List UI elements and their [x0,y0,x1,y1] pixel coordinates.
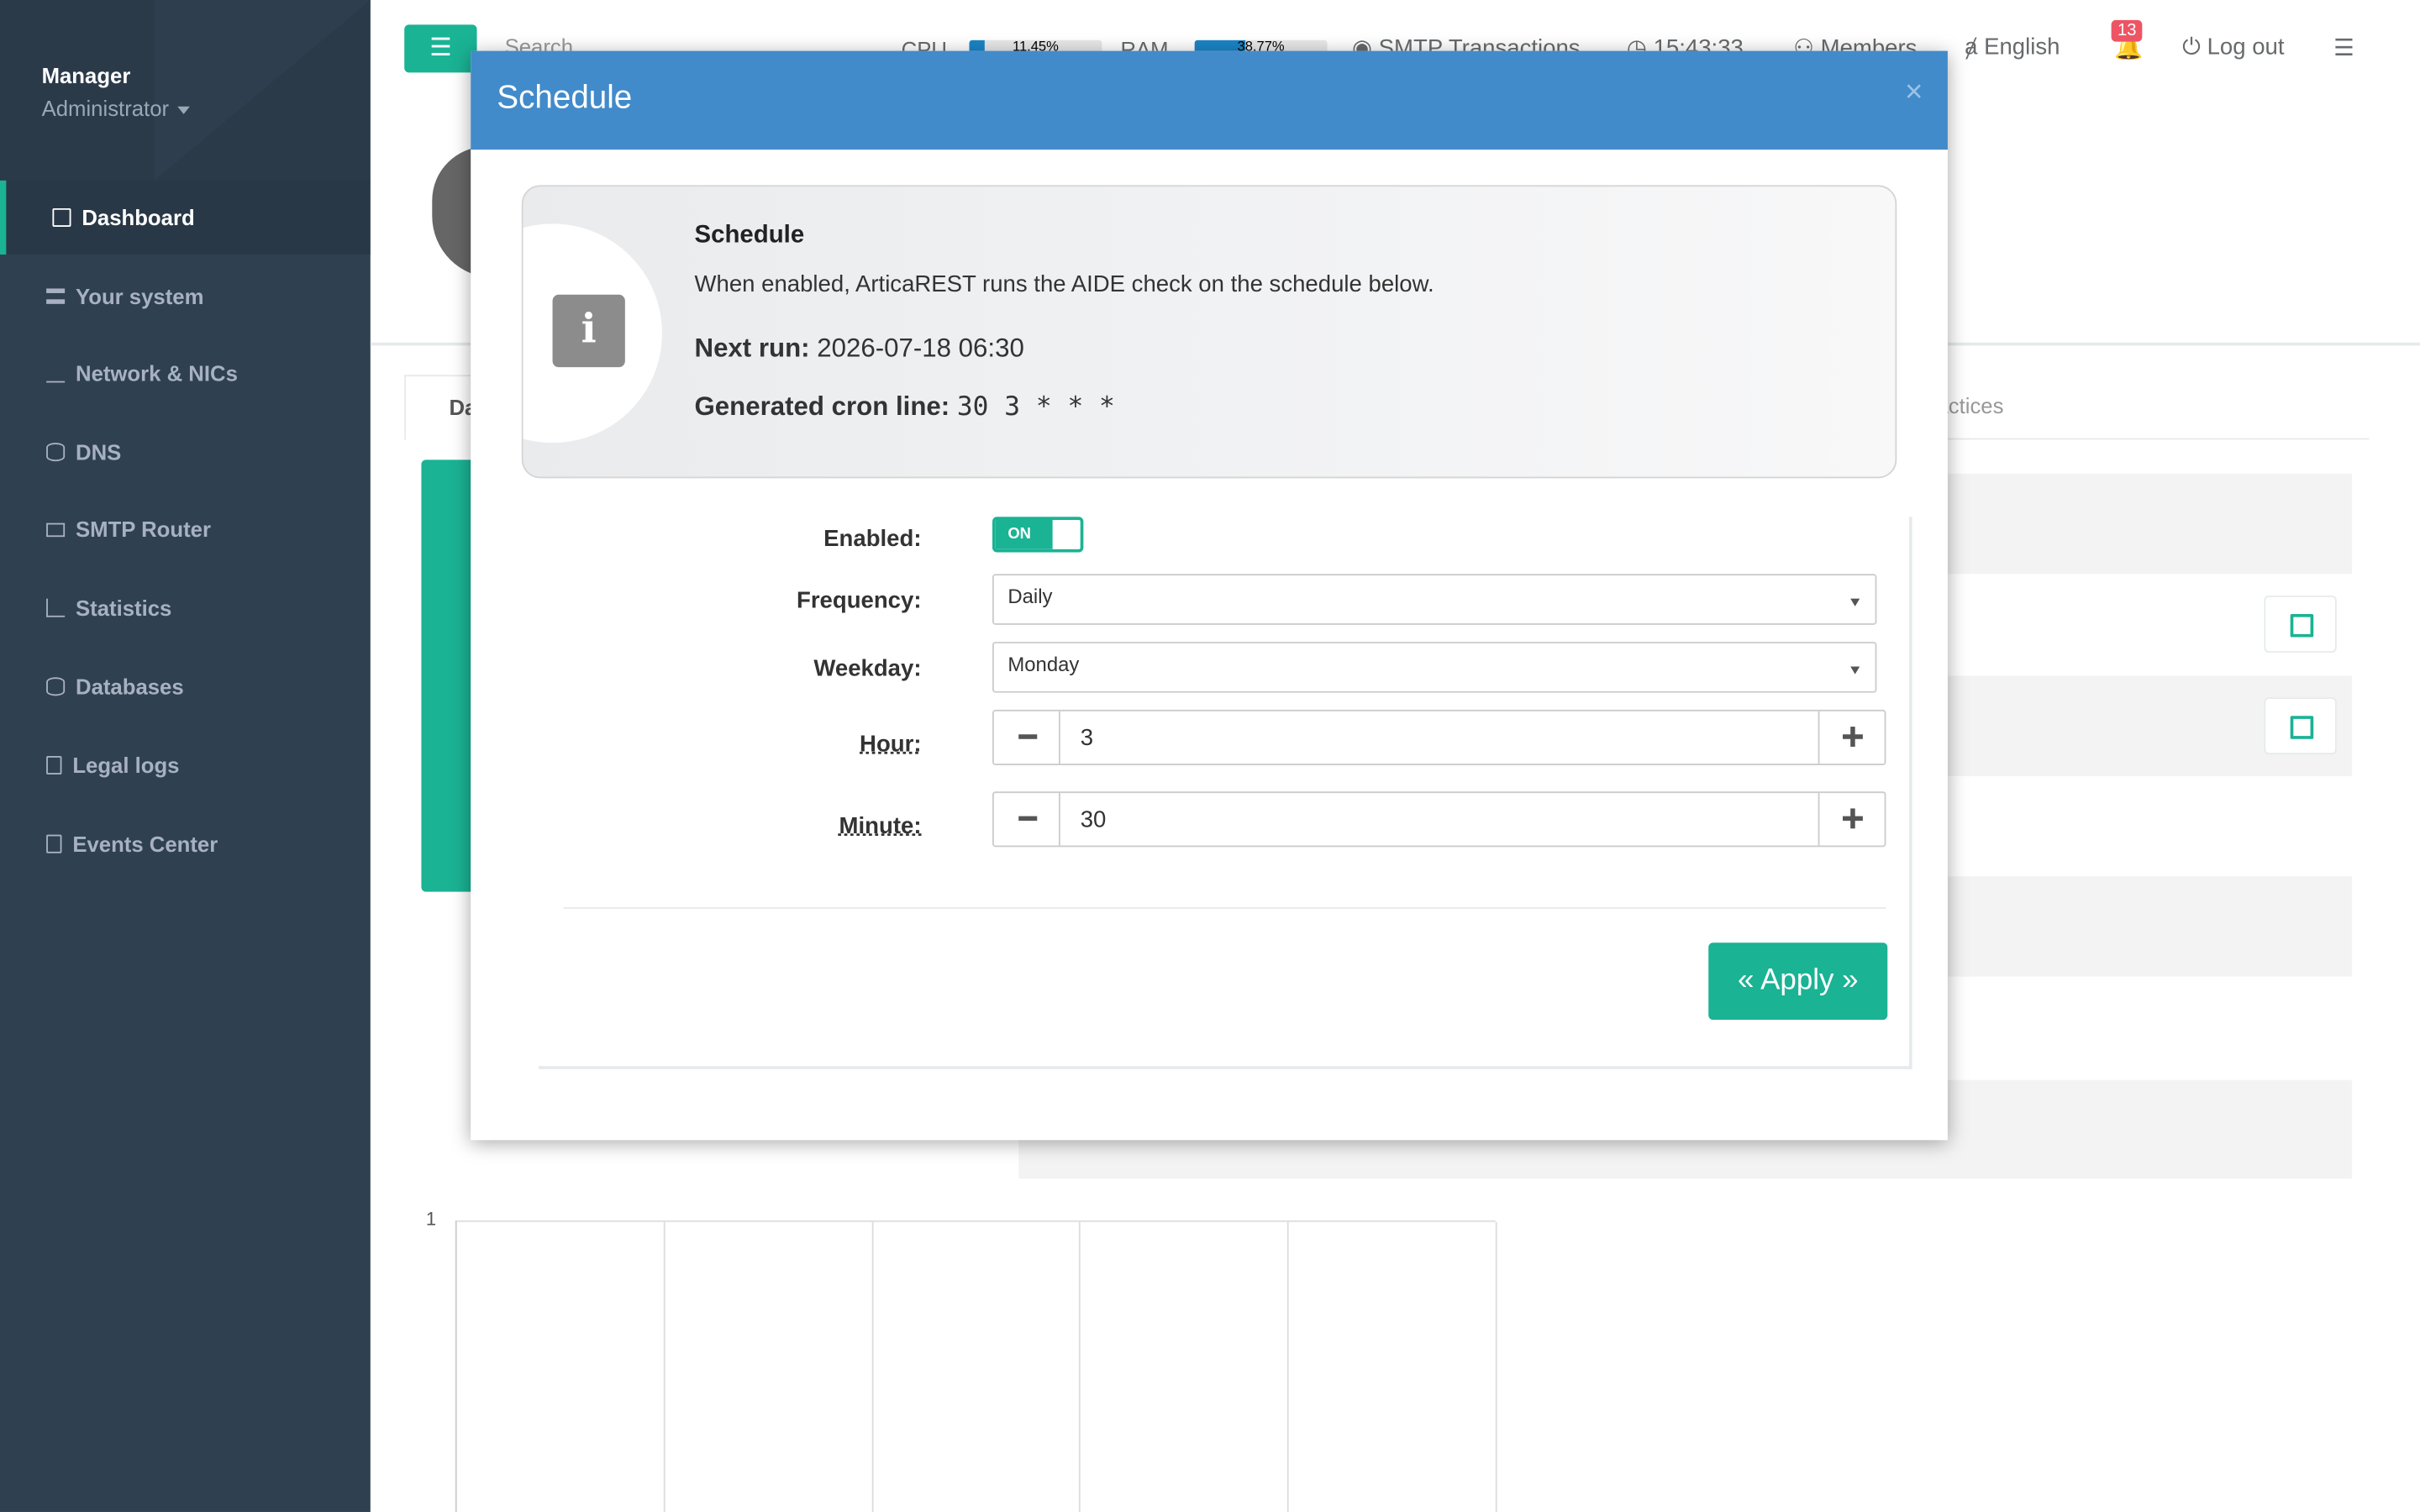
minute-decrement-button[interactable] [994,793,1060,846]
profile-role-label: Administrator [41,95,170,121]
info-callout: i Schedule When enabled, ArticaREST runs… [521,185,1897,479]
weekday-select[interactable]: Monday [992,642,1877,693]
sidebar-item-label: SMTP Router [75,517,211,542]
next-run: Next run: 2026-07-18 06:30 [695,333,1024,365]
frequency-label: Frequency: [796,587,922,615]
profile-role-dropdown[interactable]: Administrator [42,96,191,120]
sidebar: Manager Administrator Dashboard Your sys… [0,0,371,1512]
weekday-label: Weekday: [813,655,922,682]
profile-panel: Manager Administrator [0,0,371,181]
sidebar-item-legal-logs[interactable]: Legal logs [0,728,371,802]
hour-decrement-button[interactable] [994,711,1060,764]
minute-increment-button[interactable] [1818,793,1885,846]
hamburger-icon: ☰ [429,35,452,62]
enabled-toggle[interactable]: ON [992,517,1084,553]
file-text-icon [46,834,62,853]
list-check-icon[interactable]: ☰ [2333,34,2354,61]
area-chart-icon [46,598,66,617]
sidebar-item-your-system[interactable]: Your system [0,260,371,333]
sidebar-item-label: Events Center [72,831,218,857]
sidebar-item-statistics[interactable]: Statistics [0,571,371,645]
translate-icon: ⱥ [1965,34,1985,60]
sidebar-item-dashboard[interactable]: Dashboard [0,180,371,255]
sidebar-item-databases[interactable]: Databases [0,649,371,723]
info-row [1947,876,2353,977]
info-description: When enabled, ArticaREST runs the AIDE c… [694,271,1434,298]
database-icon [46,443,66,462]
dashboard-icon [52,207,71,227]
sidebar-item-label: Your system [75,283,204,309]
close-icon[interactable]: × [1905,76,1923,111]
chart-tick-label: 1 [425,1208,437,1230]
cron-label: Generated cron line: [694,391,950,422]
next-run-label: Next run: [694,333,810,363]
hour-input[interactable]: 3 [1081,725,1093,751]
weekday-value: Monday [1007,652,1080,676]
hour-stepper: 3 [992,709,1886,766]
edit-button[interactable] [2264,697,2337,755]
hour-label: Hour: [860,731,922,758]
cron-value: 30 3 * * * [956,391,1115,423]
language-selector[interactable]: ⱥ English [1965,34,2060,60]
hour-increment-button[interactable] [1818,711,1885,764]
chevron-down-icon [1850,666,1860,675]
form-divider [563,906,1886,909]
sidebar-item-label: Databases [75,674,184,700]
caret-down-icon [178,106,191,114]
logout-link[interactable]: ⏻ Log out [2182,34,2284,60]
frequency-select[interactable]: Daily [992,574,1877,625]
info-title: Schedule [694,222,805,249]
apply-button[interactable]: « Apply » [1708,942,1888,1021]
power-icon: ⏻ [2182,34,2207,60]
sidebar-item-label: Legal logs [72,753,180,778]
sidebar-item-network[interactable]: Network & NICs [0,336,371,410]
sidebar-item-label: Dashboard [82,205,195,230]
modal-header: Schedule × [471,50,1948,150]
sidebar-item-events-center[interactable]: Events Center [0,807,371,881]
info-icon: i [552,294,625,368]
file-icon [46,755,62,775]
menu-toggle-button[interactable]: ☰ [404,24,477,73]
schedule-form: Enabled: ON Frequency: Daily Weekday: Mo… [539,517,1912,1069]
server-icon [46,288,66,304]
cron-line: Generated cron line: 30 3 * * * [695,392,1115,423]
envelope-icon [46,522,66,537]
chevron-down-icon [1850,598,1860,606]
frequency-value: Daily [1007,585,1053,608]
logout-label: Log out [2207,34,2285,60]
chart-area [455,1220,1497,1512]
next-run-value: 2026-07-18 06:30 [817,333,1024,363]
sidebar-item-label: Network & NICs [75,360,238,386]
sidebar-item-label: DNS [75,439,122,465]
language-label: English [1984,34,2060,60]
toggle-on-label: ON [995,519,1053,549]
minute-input[interactable]: 30 [1081,807,1107,833]
enabled-label: Enabled: [823,526,922,553]
schedule-modal: Schedule × i Schedule When enabled, Arti… [471,50,1948,1141]
profile-name: Manager [41,63,131,88]
notifications-badge: 13 [2111,19,2143,42]
minute-label: Minute: [839,812,922,840]
app-root: Manager Administrator Dashboard Your sys… [0,0,2420,1512]
sidebar-item-label: Statistics [75,595,172,621]
sitemap-icon [46,364,66,383]
info-row [1947,473,2353,575]
sidebar-item-smtp-router[interactable]: SMTP Router [0,492,371,566]
edit-button[interactable] [2264,595,2337,653]
database-icon [46,677,66,696]
sidebar-item-dns[interactable]: DNS [0,415,371,489]
minute-stepper: 30 [992,791,1886,848]
modal-title: Schedule [497,80,633,116]
